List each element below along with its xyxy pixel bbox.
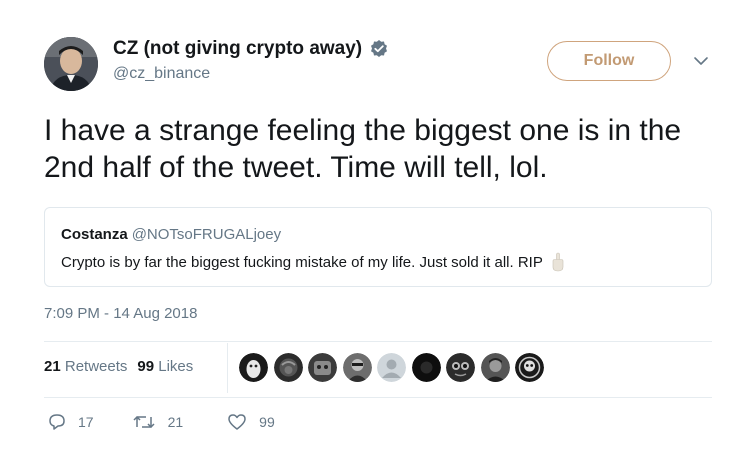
liker-avatar[interactable] [480,353,510,382]
quoted-text: Crypto is by far the biggest fucking mis… [61,253,543,271]
engagement-stats: 21 Retweets 99 Likes [44,358,193,375]
likes-stat[interactable]: 99 Likes [137,358,193,375]
author-display-name[interactable]: CZ (not giving crypto away) [113,38,389,60]
quoted-text-row: Crypto is by far the biggest fucking mis… [61,252,565,272]
liker-avatar[interactable] [446,353,475,382]
verified-badge-icon [371,40,388,57]
liker-avatar[interactable] [342,353,372,382]
like-button[interactable]: 99 [227,413,275,431]
tweet-actions: 17 21 99 [48,413,275,431]
reply-count: 17 [78,414,94,430]
liker-avatar[interactable] [239,353,268,382]
retweet-count: 21 [167,414,184,430]
tweet-text: I have a strange feeling the biggest one… [44,114,682,184]
quoted-handle: @NOTsoFRUGALjoey [131,226,282,243]
reply-icon [49,414,65,430]
quoted-name: Costanza [61,226,128,243]
liker-avatars [239,353,550,382]
heart-icon [228,414,246,430]
liker-avatar[interactable] [411,353,441,382]
author-name-text: CZ (not giving crypto away) [113,38,363,59]
reply-button[interactable]: 17 [48,413,94,431]
stats-separator [227,343,228,393]
author-avatar[interactable] [44,37,98,91]
middle-finger-emoji-icon [552,252,564,272]
likes-count: 99 [137,358,155,375]
retweet-button[interactable]: 21 [132,413,184,431]
like-count: 99 [259,414,275,430]
follow-button[interactable]: Follow [547,41,671,81]
retweets-stat[interactable]: 21 Retweets [44,358,127,375]
liker-avatar[interactable] [308,353,337,382]
likes-label: Likes [158,358,194,375]
tweet-timestamp[interactable]: 7:09 PM - 14 Aug 2018 [44,305,197,322]
retweet-icon [133,416,155,428]
quoted-author: Costanza @NOTsoFRUGALjoey [61,226,281,243]
liker-avatar[interactable] [377,353,406,382]
divider [44,341,712,342]
quoted-tweet[interactable]: Costanza @NOTsoFRUGALjoey Crypto is by fa… [44,207,712,287]
chevron-down-icon[interactable] [693,55,709,67]
author-handle[interactable]: @cz_binance [113,65,210,83]
divider [44,397,712,398]
retweets-count: 21 [44,358,61,375]
liker-avatar[interactable] [273,353,303,382]
retweets-label: Retweets [64,358,128,375]
liker-avatar[interactable] [515,353,544,382]
